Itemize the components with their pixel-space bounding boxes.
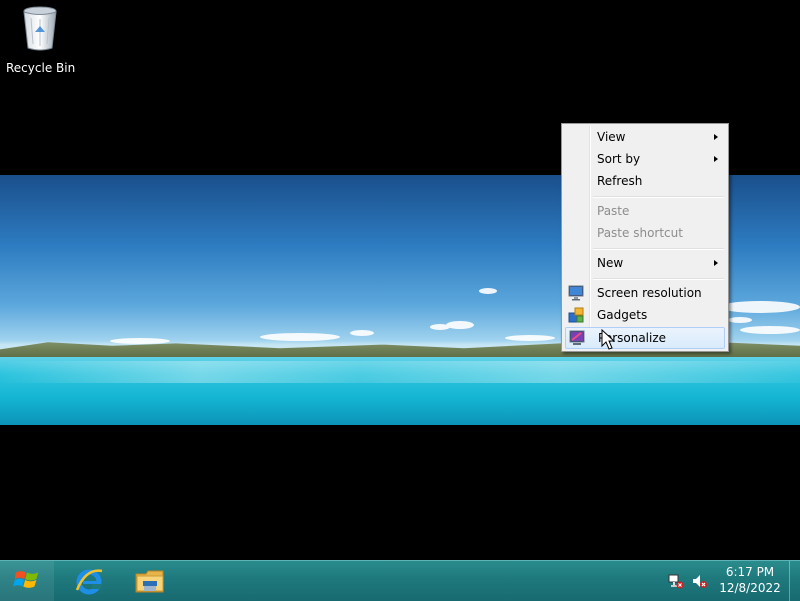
menu-item-new[interactable]: New: [564, 252, 726, 274]
menu-item-label: Screen resolution: [597, 286, 702, 300]
system-clock[interactable]: 6:17 PM 12/8/2022: [712, 564, 788, 596]
menu-item-paste-shortcut: Paste shortcut: [564, 222, 726, 244]
wallpaper-reflection: [0, 361, 800, 383]
file-explorer-icon: [135, 570, 164, 593]
menu-item-personalize[interactable]: Personalize: [565, 327, 725, 349]
menu-item-label: Sort by: [597, 152, 641, 166]
menu-item-label: Gadgets: [597, 308, 648, 322]
taskbar-internet-explorer[interactable]: [62, 561, 117, 601]
mouse-cursor-icon: [601, 329, 615, 350]
screen-resolution-icon: [568, 285, 584, 301]
volume-muted-icon[interactable]: [691, 573, 707, 589]
menu-separator: [593, 196, 724, 198]
taskbar-file-explorer[interactable]: [123, 561, 178, 601]
submenu-arrow-icon: [714, 134, 718, 140]
clock-date: 12/8/2022: [719, 581, 781, 595]
menu-item-label: Refresh: [597, 174, 643, 188]
gadgets-icon: [568, 307, 584, 323]
internet-explorer-icon: [75, 569, 103, 595]
show-desktop-button[interactable]: [789, 561, 800, 601]
start-button[interactable]: [0, 561, 54, 601]
menu-item-sort-by[interactable]: Sort by: [564, 148, 726, 170]
windows-logo-icon: [13, 571, 39, 588]
menu-item-paste: Paste: [564, 200, 726, 222]
menu-item-label: Paste: [597, 204, 630, 218]
menu-item-label: View: [597, 130, 626, 144]
menu-item-label: New: [597, 256, 624, 270]
desktop-context-menu: View Sort by Refresh Paste Paste shortcu…: [561, 123, 729, 352]
recycle-bin-icon: [23, 6, 57, 51]
desktop[interactable]: Recycle Bin View Sort by Refresh Paste P…: [0, 0, 800, 560]
personalize-icon: [569, 330, 585, 345]
menu-item-label: Paste shortcut: [597, 226, 683, 240]
submenu-arrow-icon: [714, 260, 718, 266]
clock-time: 6:17 PM: [725, 565, 775, 579]
menu-item-screen-resolution[interactable]: Screen resolution: [564, 282, 726, 304]
menu-separator: [593, 278, 724, 280]
menu-item-refresh[interactable]: Refresh: [564, 170, 726, 192]
network-icon[interactable]: [668, 573, 684, 589]
menu-separator: [593, 248, 724, 250]
menu-item-view[interactable]: View: [564, 126, 726, 148]
submenu-arrow-icon: [714, 156, 718, 162]
menu-item-gadgets[interactable]: Gadgets: [564, 304, 726, 326]
desktop-icon-recycle-bin[interactable]: Recycle Bin: [6, 6, 76, 76]
desktop-icon-label: Recycle Bin: [6, 61, 76, 75]
taskbar: 6:17 PM 12/8/2022: [0, 560, 800, 601]
